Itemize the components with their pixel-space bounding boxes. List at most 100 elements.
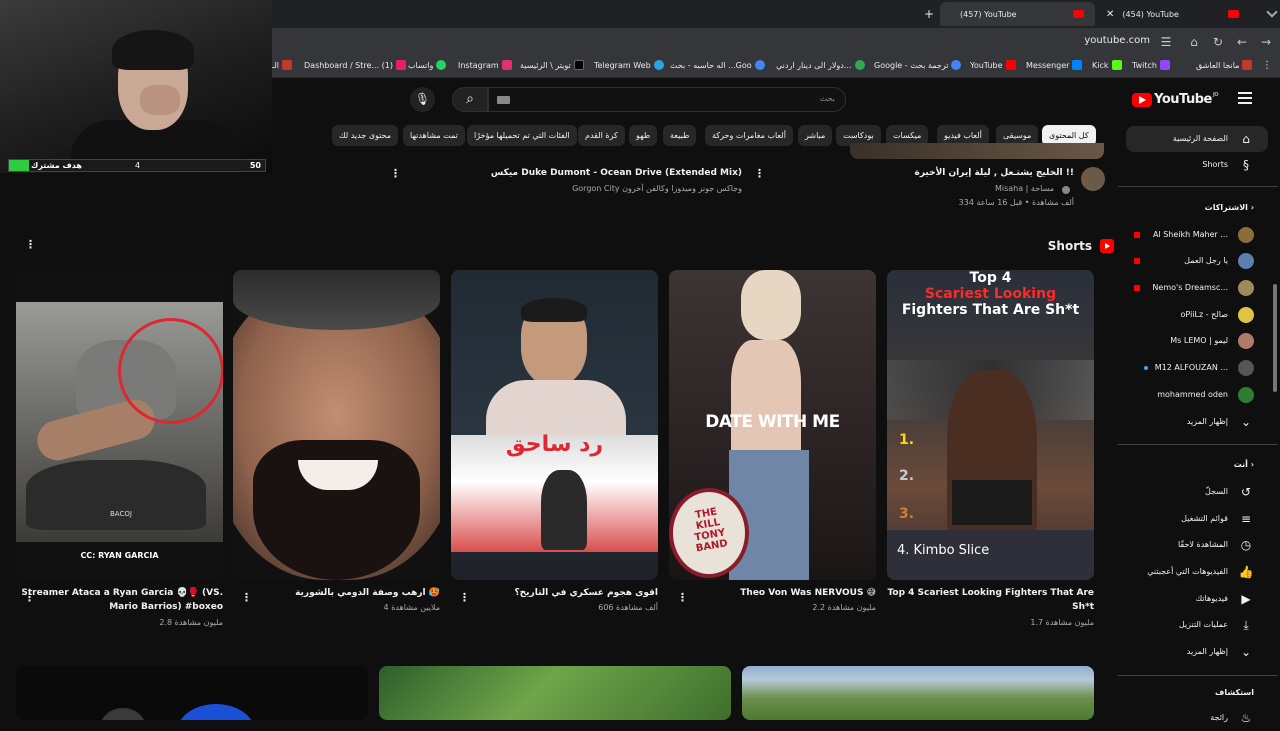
page-scrollbar[interactable] — [1273, 284, 1277, 392]
bookmark-item[interactable]: تويتر \ الرئيسية — [520, 60, 587, 70]
sidebar-item-home[interactable]: الصفحة الرئيسية ⌂ — [1126, 126, 1268, 152]
bookmark-item[interactable]: الـ — [272, 60, 295, 70]
bookmark-item[interactable]: Telegram Web — [594, 60, 667, 70]
voice-search-button[interactable]: 🎙 — [410, 87, 435, 112]
bookmark-item[interactable]: Kick — [1092, 60, 1125, 70]
video-meta: 334 ألف مشاهدة • قبل 16 ساعة — [958, 198, 1074, 207]
streamer-hair — [112, 30, 194, 70]
short-menu-icon[interactable]: ⋮ — [677, 592, 688, 604]
channel-name[interactable]: Gorgon City وجاكس جونز وميدوزا وكالفن آخ… — [572, 184, 742, 193]
short-menu-icon[interactable]: ⋮ — [241, 592, 252, 604]
short-title[interactable]: Top 4 Scariest Looking Fighters That Are… — [887, 586, 1094, 614]
sidebar-item-downloads[interactable]: عمليات التنزيل ⤓ — [1126, 612, 1268, 638]
short-menu-icon[interactable]: ⋮ — [459, 592, 470, 604]
bookmark-item[interactable]: Twitch — [1132, 60, 1173, 70]
subscription-item[interactable]: Nemo's Dreamsc... — [1126, 275, 1268, 301]
short-overlay-text: Fighters That Are Sh*t — [901, 302, 1080, 318]
bookmark-item[interactable]: مانجا العاشق — [1196, 60, 1255, 70]
subscription-item[interactable]: Ms LEMO | ليمو — [1126, 328, 1268, 354]
subscription-item[interactable]: mohammed oden — [1126, 382, 1268, 408]
bookmarks-menu-icon[interactable]: ⋮ — [1262, 60, 1272, 71]
show-more-you[interactable]: إظهار المزيد ⌄ — [1126, 639, 1268, 665]
subscription-item[interactable]: يا رجل العمل — [1126, 248, 1268, 274]
mic-icon: 🎙 — [414, 92, 431, 106]
search-button[interactable]: ⌕ — [452, 87, 488, 112]
keyboard-icon[interactable] — [497, 96, 510, 104]
sidebar-item-playlists[interactable]: قوائم التشغيل ≡ — [1126, 506, 1268, 532]
close-tab-icon[interactable]: ✕ — [1106, 9, 1114, 20]
channel-name[interactable]: Misaha | مساحة — [995, 184, 1054, 193]
short-title[interactable]: اقوى هجوم عسكري في التاريخ؟ — [451, 586, 658, 600]
thumb-shape — [176, 704, 256, 720]
video-menu-icon[interactable]: ⋮ — [390, 168, 401, 180]
subscription-item[interactable]: M12 ALFOUZAN ... — [1126, 355, 1268, 381]
short-thumbnail[interactable]: DATE WITH ME THE KILL TONY BAND — [669, 270, 876, 580]
search-input[interactable]: بحث — [488, 87, 846, 112]
sidebar-item-watch-later[interactable]: المشاهدة لاحقًا ◷ — [1126, 532, 1268, 558]
shorts-icon: § — [1243, 158, 1249, 172]
short-title[interactable]: ارهب وصفة الدومي بالشورية 🥵 — [233, 586, 440, 600]
short-views: 2.2 مليون مشاهدة — [812, 603, 876, 612]
chip-nature[interactable]: طبيعة — [663, 125, 697, 146]
bookmark-item[interactable]: Messenger — [1026, 60, 1085, 70]
sidebar-divider — [1118, 444, 1278, 445]
video-thumbnail-partial[interactable] — [850, 143, 1104, 159]
url-field[interactable]: youtube.com — [1084, 35, 1150, 46]
youtube-logo[interactable]: YouTube JO — [1132, 92, 1219, 107]
webcam-overlay: هدف مشترك 4 50 — [0, 0, 272, 173]
short-thumbnail[interactable]: Top 4 Scariest Looking Fighters That Are… — [887, 270, 1094, 580]
short-title[interactable]: Theo Von Was NERVOUS 😅 — [669, 586, 876, 600]
short-thumbnail[interactable] — [233, 270, 440, 580]
subscriptions-heading[interactable]: الاشتراكات › — [1205, 203, 1254, 212]
caption-text: CC: RYAN GARCIA — [80, 551, 159, 560]
video-thumbnail[interactable] — [742, 666, 1094, 720]
chip-watched[interactable]: تمت مشاهدتها — [403, 125, 465, 146]
new-tab-button[interactable]: + — [918, 2, 940, 26]
video-thumbnail[interactable] — [16, 666, 368, 720]
short-menu-icon[interactable]: ⋮ — [24, 592, 35, 604]
bookmark-item[interactable]: واتساب — [408, 60, 449, 70]
video-thumbnail[interactable] — [379, 666, 731, 720]
bookmark-item[interactable]: اله حاسبه - بحث ...Goo — [670, 60, 768, 70]
video-title[interactable]: الخليج يشتـعل , ليلة إيران الأخيرة !! — [915, 168, 1075, 178]
back-arrow-icon[interactable]: → — [1258, 34, 1274, 50]
menu-icon[interactable] — [1238, 92, 1252, 106]
chip-football[interactable]: كرة القدم — [578, 125, 625, 146]
bookmark-item[interactable]: Instagram — [458, 60, 515, 70]
search-icon: ⌕ — [466, 91, 474, 107]
subscription-item[interactable]: Al Sheikh Maher ... — [1126, 222, 1268, 248]
sidebar-item-trending[interactable]: رائجة ♨ — [1126, 705, 1268, 731]
forward-arrow-icon[interactable]: ← — [1234, 34, 1250, 50]
channel-avatar[interactable] — [1081, 167, 1105, 191]
site-settings-icon[interactable]: ☰ — [1158, 34, 1174, 50]
short-title[interactable]: Streamer Ataca a Ryan Garcia 💀🥊 (VS. Mar… — [16, 586, 223, 614]
bookmark-item[interactable]: دولار الى دينار اردني... — [776, 60, 868, 70]
tab-youtube-454[interactable]: ✕ (454) YouTube — [1100, 2, 1250, 26]
sidebar-item-shorts[interactable]: Shorts § — [1126, 152, 1268, 178]
bookmark-item[interactable]: YouTube — [970, 60, 1019, 70]
reload-icon[interactable]: ↻ — [1210, 34, 1226, 50]
verified-icon — [1062, 186, 1070, 194]
shorts-shelf-menu-icon[interactable]: ⋮ — [25, 239, 36, 251]
bookmark-item[interactable]: Dashboard / Stre... (1) — [304, 60, 409, 70]
subscription-item[interactable]: oPiiLz - صالح — [1126, 302, 1268, 328]
chip-action-adventure[interactable]: ألعاب مغامرات وحركة — [705, 125, 793, 146]
sidebar-item-liked[interactable]: الفيديوهات التي أعجبتني 👍 — [1126, 559, 1268, 585]
video-menu-icon[interactable]: ⋮ — [754, 168, 765, 180]
tab-search-icon[interactable] — [1266, 6, 1278, 18]
home-icon[interactable]: ⌂ — [1186, 34, 1202, 50]
sidebar-item-your-videos[interactable]: فيديوهاتك ▶ — [1126, 586, 1268, 612]
chip-live[interactable]: مباشر — [798, 125, 833, 146]
chip-cooking[interactable]: طهو — [629, 125, 658, 146]
chip-recently-uploaded[interactable]: الفئات التي تم تحميلها مؤخرًا — [467, 125, 577, 146]
dashboard-icon — [395, 60, 406, 70]
show-more-subscriptions[interactable]: إظهار المزيد ⌄ — [1126, 409, 1268, 435]
chip-new-to-you[interactable]: محتوى جديد لك — [332, 125, 399, 146]
you-heading[interactable]: أنت › — [1234, 460, 1254, 469]
short-thumbnail[interactable]: BACOJ CC: RYAN GARCIA — [16, 270, 223, 580]
video-title[interactable]: ميكس Duke Dumont - Ocean Drive (Extended… — [491, 168, 742, 178]
bookmark-item[interactable]: Google - ترجمة بحث — [874, 60, 964, 70]
sidebar-item-history[interactable]: السجلّ ↺ — [1126, 479, 1268, 505]
short-thumbnail[interactable]: رد ساحق — [451, 270, 658, 580]
tab-youtube-457[interactable]: (457) YouTube — [940, 2, 1095, 26]
